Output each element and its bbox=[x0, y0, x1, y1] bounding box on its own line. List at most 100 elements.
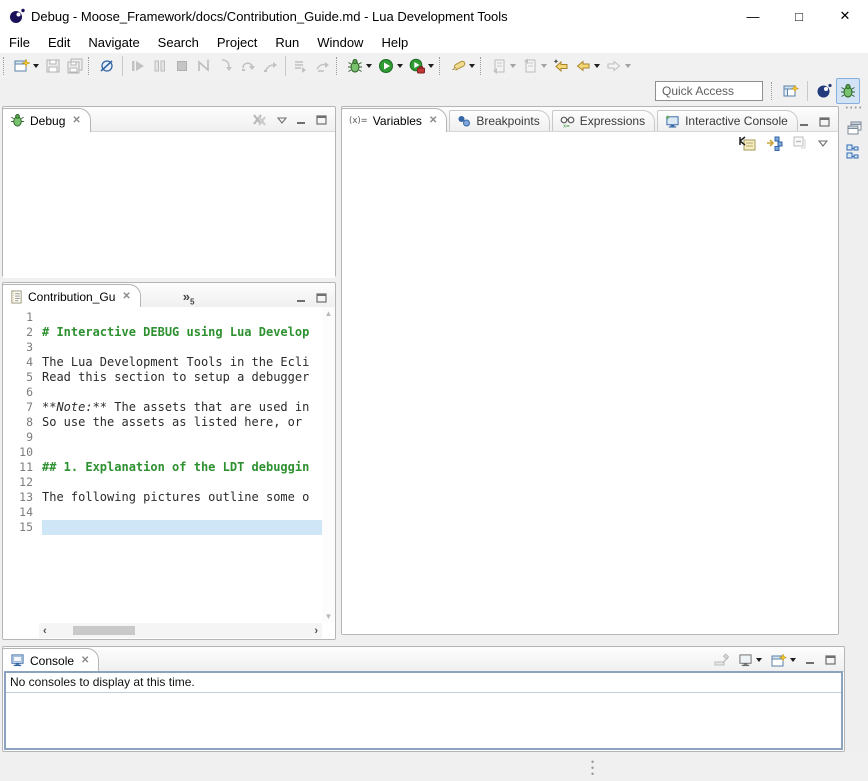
maximize-view-icon[interactable] bbox=[825, 655, 836, 665]
next-annotation-button[interactable] bbox=[488, 55, 519, 77]
previous-annotation-button[interactable] bbox=[519, 55, 550, 77]
menu-search[interactable]: Search bbox=[149, 33, 208, 52]
quick-access-input[interactable]: Quick Access bbox=[655, 81, 763, 101]
debug-perspective-button[interactable] bbox=[836, 78, 860, 104]
last-edit-location-button[interactable] bbox=[550, 55, 572, 77]
save-all-button[interactable] bbox=[64, 55, 86, 77]
suspend-button[interactable] bbox=[149, 55, 171, 77]
debug-view-content[interactable] bbox=[3, 132, 335, 278]
lua-perspective-button[interactable] bbox=[812, 78, 836, 104]
editor-line[interactable]: 5Read this section to setup a debugger bbox=[3, 370, 322, 385]
menu-project[interactable]: Project bbox=[208, 33, 266, 52]
previous-annotation-dropdown[interactable] bbox=[541, 64, 547, 68]
close-icon[interactable]: ✕ bbox=[81, 655, 89, 666]
highlighter-dropdown[interactable] bbox=[469, 64, 475, 68]
editor-line[interactable]: 9 bbox=[3, 430, 322, 445]
close-icon[interactable]: ✕ bbox=[72, 115, 80, 126]
debug-dropdown[interactable] bbox=[366, 64, 372, 68]
step-filters-alt-button[interactable] bbox=[312, 55, 334, 77]
editor-line[interactable]: 6 bbox=[3, 385, 322, 400]
editor-line[interactable]: 7**Note:** The assets that are used in bbox=[3, 400, 322, 415]
editor-line[interactable]: 1 bbox=[3, 310, 322, 325]
editor-vertical-scrollbar[interactable]: ▲ ▼ bbox=[322, 307, 335, 623]
variables-view-content[interactable] bbox=[342, 154, 838, 634]
new-wizard-dropdown[interactable] bbox=[33, 64, 39, 68]
menu-file[interactable]: File bbox=[0, 33, 39, 52]
pin-console-icon[interactable] bbox=[713, 653, 729, 667]
scroll-left-icon[interactable]: ‹ bbox=[39, 625, 51, 637]
restore-view-icon[interactable] bbox=[847, 121, 863, 135]
step-into-button[interactable] bbox=[215, 55, 237, 77]
toolbar-grip[interactable] bbox=[336, 57, 341, 75]
editor-line[interactable]: 2# Interactive DEBUG using Lua Develop bbox=[3, 325, 322, 340]
external-tools-button[interactable] bbox=[406, 55, 437, 77]
new-wizard-button[interactable] bbox=[11, 55, 42, 77]
toolbar-grip[interactable] bbox=[439, 57, 444, 75]
collapse-all-icon[interactable] bbox=[793, 136, 808, 150]
editor-line[interactable]: 4The Lua Development Tools in the Ecli bbox=[3, 355, 322, 370]
editor-line[interactable]: 8So use the assets as listed here, or bbox=[3, 415, 322, 430]
menu-help[interactable]: Help bbox=[372, 33, 417, 52]
display-console-dropdown[interactable] bbox=[756, 658, 762, 662]
close-icon[interactable]: ✕ bbox=[122, 291, 130, 302]
view-menu-icon[interactable] bbox=[277, 117, 287, 124]
back-dropdown[interactable] bbox=[594, 64, 600, 68]
editor-line[interactable]: 3 bbox=[3, 340, 322, 355]
console-content[interactable]: No consoles to display at this time. bbox=[4, 671, 843, 750]
tab-breakpoints[interactable]: Breakpoints bbox=[449, 110, 549, 131]
window-maximize-button[interactable]: □ bbox=[776, 0, 822, 32]
scroll-right-icon[interactable]: › bbox=[310, 625, 322, 637]
maximize-view-icon[interactable] bbox=[316, 293, 327, 303]
scroll-up-icon[interactable]: ▲ bbox=[325, 309, 333, 318]
editor-line[interactable]: 11## 1. Explanation of the LDT debuggin bbox=[3, 460, 322, 475]
highlighter-button[interactable] bbox=[447, 55, 478, 77]
open-perspective-button[interactable] bbox=[779, 78, 803, 104]
run-dropdown[interactable] bbox=[397, 64, 403, 68]
minimize-view-icon[interactable] bbox=[296, 115, 307, 125]
save-button[interactable] bbox=[42, 55, 64, 77]
use-step-filters-button[interactable] bbox=[290, 55, 312, 77]
external-tools-dropdown[interactable] bbox=[428, 64, 434, 68]
close-icon[interactable]: ✕ bbox=[429, 115, 437, 126]
debug-button[interactable] bbox=[344, 55, 375, 77]
menu-run[interactable]: Run bbox=[266, 33, 308, 52]
step-return-button[interactable] bbox=[259, 55, 281, 77]
tab-variables[interactable]: (x)= Variables ✕ bbox=[341, 108, 447, 132]
window-minimize-button[interactable]: ― bbox=[730, 0, 776, 32]
tab-interactive-console[interactable]: Interactive Console bbox=[657, 110, 798, 131]
forward-dropdown[interactable] bbox=[625, 64, 631, 68]
outline-view-icon[interactable] bbox=[846, 144, 863, 161]
editor-line[interactable]: 14 bbox=[3, 505, 322, 520]
minimize-view-icon[interactable] bbox=[296, 293, 307, 303]
minimize-view-icon[interactable] bbox=[799, 117, 810, 127]
resume-button[interactable] bbox=[127, 55, 149, 77]
menu-navigate[interactable]: Navigate bbox=[79, 33, 148, 52]
editor-line[interactable]: 13The following pictures outline some o bbox=[3, 490, 322, 505]
skip-all-breakpoints-button[interactable] bbox=[96, 55, 118, 77]
maximize-view-icon[interactable] bbox=[316, 115, 327, 125]
scrollbar-thumb[interactable] bbox=[73, 626, 135, 635]
display-console-button[interactable] bbox=[738, 654, 762, 667]
show-logical-structures-icon[interactable] bbox=[766, 136, 783, 151]
editor-current-line[interactable]: 15 bbox=[3, 520, 322, 535]
strip-grip[interactable]: •••• bbox=[846, 106, 864, 112]
hidden-editors-chevron[interactable]: »5 bbox=[183, 289, 195, 307]
scroll-down-icon[interactable]: ▼ bbox=[325, 612, 333, 621]
window-close-button[interactable]: ✕ bbox=[822, 0, 868, 32]
remove-all-terminated-icon[interactable] bbox=[252, 113, 268, 127]
run-button[interactable] bbox=[375, 55, 406, 77]
status-bar-grip[interactable]: ••• bbox=[591, 759, 594, 777]
console-tab[interactable]: Console ✕ bbox=[2, 648, 99, 672]
editor-body[interactable]: 1 2# Interactive DEBUG using Lua Develop… bbox=[3, 307, 335, 639]
open-console-dropdown[interactable] bbox=[790, 658, 796, 662]
tab-expressions[interactable]: x= Expressions bbox=[552, 110, 655, 131]
toolbar-grip[interactable] bbox=[3, 57, 8, 75]
menu-edit[interactable]: Edit bbox=[39, 33, 79, 52]
menu-window[interactable]: Window bbox=[308, 33, 372, 52]
toolbar-grip[interactable] bbox=[771, 82, 776, 100]
back-button[interactable] bbox=[572, 55, 603, 77]
next-annotation-dropdown[interactable] bbox=[510, 64, 516, 68]
forward-button[interactable] bbox=[603, 55, 634, 77]
editor-line[interactable]: 12 bbox=[3, 475, 322, 490]
view-menu-icon[interactable] bbox=[818, 140, 828, 147]
